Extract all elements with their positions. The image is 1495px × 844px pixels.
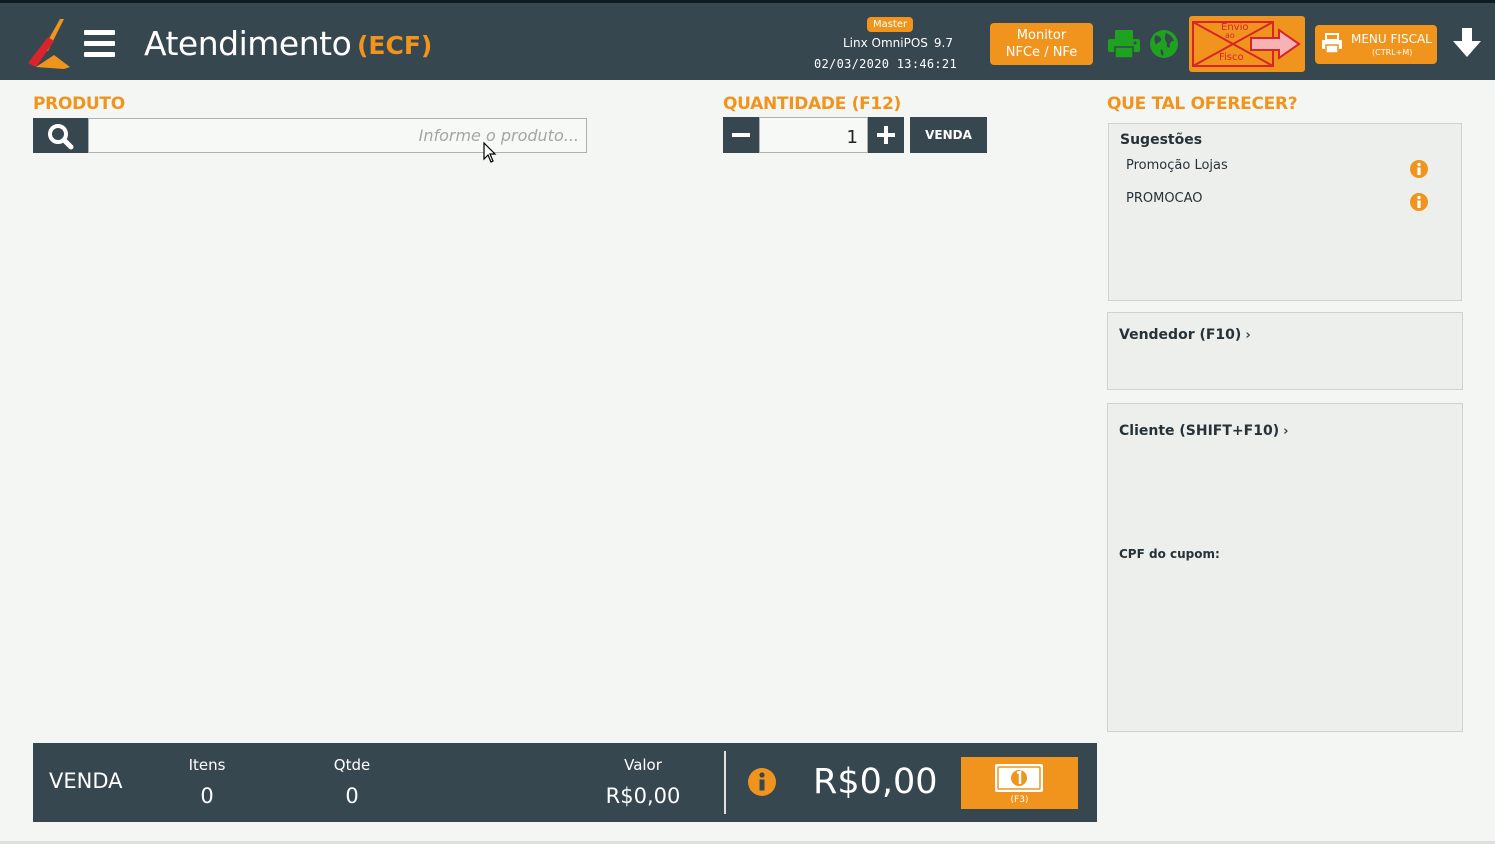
sugestoes-heading: QUE TAL OFERECER? [1107, 94, 1298, 114]
produto-label: PRODUTO [33, 94, 125, 114]
printer-icon [1322, 33, 1342, 54]
envio-label-line3: Fisco [1219, 52, 1244, 63]
cliente-panel[interactable]: Cliente (SHIFT+F10) › CPF do cupom: [1107, 403, 1463, 732]
valor-value: R$0,00 [605, 784, 681, 808]
sugestoes-title: Sugestões [1120, 132, 1203, 148]
qtde-label: Qtde [333, 756, 371, 774]
globe-icon[interactable] [1149, 29, 1179, 59]
info-icon[interactable] [1409, 159, 1429, 179]
linx-logo [28, 19, 70, 69]
vendedor-panel[interactable]: Vendedor (F10) › [1107, 312, 1463, 390]
vendedor-title[interactable]: Vendedor (F10) › [1119, 327, 1251, 343]
vendedor-label: Vendedor (F10) [1119, 327, 1242, 343]
chevron-right-icon: › [1245, 328, 1251, 343]
top-header: Atendimento (ECF) Master Linx OmniPOS 9.7… [0, 0, 1495, 80]
printer-icon[interactable] [1107, 29, 1141, 59]
payment-button[interactable]: (F3) [961, 757, 1078, 809]
arrow-down-icon[interactable] [1451, 25, 1483, 61]
cash-icon [995, 764, 1043, 792]
itens-label: Itens [188, 756, 226, 774]
system-name: Linx OmniPOS [843, 36, 928, 50]
menu-fiscal-label: MENU FISCAL [1351, 32, 1432, 46]
master-badge: Master [867, 17, 914, 32]
cliente-title[interactable]: Cliente (SHIFT+F10) › [1119, 423, 1288, 439]
minus-icon [732, 133, 750, 137]
quantidade-label: QUANTIDADE (F12) [723, 94, 901, 114]
info-icon[interactable] [1409, 192, 1429, 212]
quantity-increase-button[interactable] [868, 117, 904, 153]
page-title: Atendimento [144, 24, 352, 63]
page-subtitle: (ECF) [357, 31, 433, 60]
product-search-input[interactable] [88, 118, 587, 153]
monitor-label-line1: Monitor [1016, 28, 1067, 43]
cliente-label: Cliente (SHIFT+F10) [1119, 423, 1280, 439]
menu-fiscal-shortcut: (CTRL+M) [1372, 48, 1413, 57]
qtde-value: 0 [345, 784, 359, 808]
system-info: Linx OmniPOS 9.7 [843, 36, 953, 50]
monitor-label-line2: NFCe / NFe [1005, 45, 1078, 60]
suggestion-item[interactable]: Promoção Lojas [1126, 158, 1228, 173]
footer-summary-bar: VENDA Itens 0 Qtde 0 Valor R$0,00 R$0,00… [33, 743, 1097, 822]
total-amount: R$0,00 [813, 762, 938, 802]
footer-divider [724, 751, 726, 814]
envio-fisco-button[interactable]: Envio ao Fisco [1189, 16, 1305, 72]
search-button[interactable] [33, 118, 88, 153]
venda-button[interactable]: VENDA [910, 117, 987, 153]
quantity-input[interactable] [759, 117, 868, 153]
menu-fiscal-button[interactable]: MENU FISCAL (CTRL+M) [1315, 25, 1437, 64]
hamburger-menu-button[interactable] [84, 30, 115, 58]
system-datetime: 02/03/2020 13:46:21 [814, 57, 957, 71]
footer-venda-label: VENDA [49, 769, 123, 793]
cpf-label: CPF do cupom: [1119, 547, 1220, 561]
monitor-nfce-button[interactable]: Monitor NFCe / NFe [990, 23, 1093, 65]
payment-shortcut: (F3) [1010, 795, 1029, 805]
system-version: 9.7 [933, 36, 954, 50]
quantity-decrease-button[interactable] [723, 117, 759, 153]
valor-label: Valor [624, 756, 662, 774]
suggestion-item[interactable]: PROMOCAO [1126, 191, 1203, 206]
mouse-cursor-icon [483, 142, 497, 163]
search-icon [48, 124, 74, 150]
envio-label-line2: ao [1225, 31, 1235, 40]
chevron-right-icon: › [1283, 424, 1289, 439]
info-icon[interactable] [747, 767, 777, 797]
plus-icon [877, 126, 895, 144]
sugestoes-panel: Sugestões Promoção Lojas PROMOCAO [1108, 123, 1462, 301]
itens-value: 0 [200, 784, 214, 808]
